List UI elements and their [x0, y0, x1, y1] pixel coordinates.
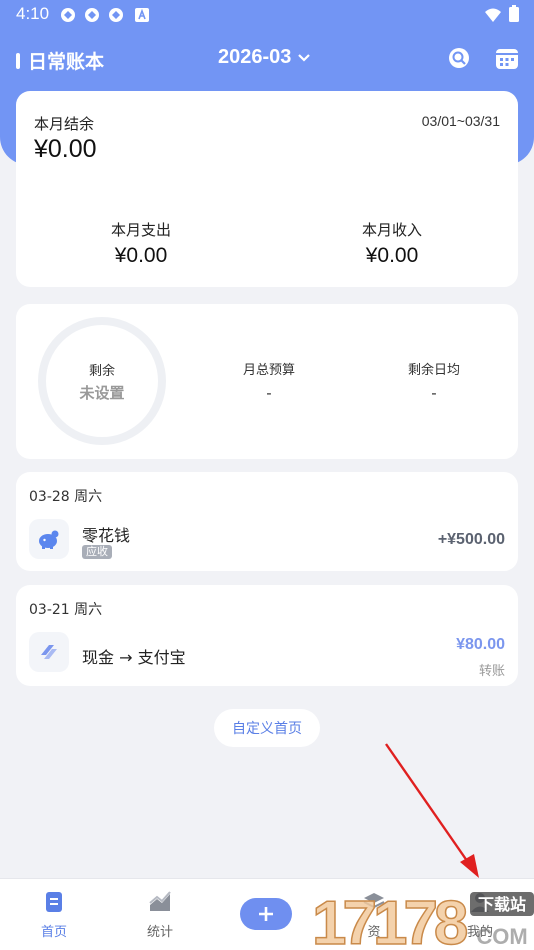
battery-icon	[509, 5, 519, 22]
day-date: 03-21 周六	[29, 602, 103, 618]
expense-value: ¥0.00	[114, 244, 168, 267]
title-indicator	[16, 52, 20, 69]
top-bar: 日常账本 2026-03	[0, 40, 534, 80]
notification-icon	[61, 8, 75, 22]
month-label: 2026-03	[218, 46, 292, 68]
calendar-icon[interactable]	[494, 46, 520, 72]
transaction-name: 零花钱	[82, 526, 131, 545]
add-record-button[interactable]	[240, 898, 292, 930]
watermark-number: 17178	[312, 889, 467, 950]
tab-home[interactable]: 首页	[24, 891, 84, 940]
monthly-summary-card[interactable]: 本月结余 03/01~03/31 ¥0.00 本月支出 ¥0.00 本月收入 ¥…	[16, 91, 518, 287]
transfer-icon	[29, 632, 69, 672]
budget-card[interactable]: 剩余 未设置 月总预算 - 剩余日均 -	[16, 304, 518, 459]
tab-label: 统计	[146, 925, 173, 940]
expense-label: 本月支出	[110, 221, 171, 239]
month-selector[interactable]: 2026-03	[218, 46, 311, 69]
search-icon[interactable]	[447, 46, 473, 72]
ring-label: 剩余	[88, 363, 115, 379]
app-notification-icon	[135, 8, 149, 22]
book-title: 日常账本	[28, 51, 105, 73]
expense-summary: 本月支出 ¥0.00	[61, 219, 221, 268]
monthly-budget-value: -	[266, 384, 272, 402]
transaction-tag: 应收	[82, 545, 112, 559]
status-bar: 4:10	[0, 0, 534, 28]
day-group: 03-21 周六 现金 → 支付宝 ¥80.00 转账	[16, 585, 518, 686]
book-selector[interactable]: 日常账本	[16, 47, 104, 74]
income-label: 本月收入	[361, 221, 422, 239]
monthly-budget-label: 月总预算	[242, 363, 295, 378]
notification-icon	[85, 8, 99, 22]
daily-average-value: -	[431, 384, 437, 402]
daily-average: 剩余日均 -	[374, 359, 494, 402]
ring-value: 未设置	[79, 383, 125, 402]
daily-average-label: 剩余日均	[407, 363, 460, 378]
date-range: 03/01~03/31	[421, 113, 500, 129]
balance-value: ¥0.00	[34, 135, 97, 163]
watermark-domain: COM	[476, 924, 527, 949]
transaction-type: 转账	[478, 664, 505, 679]
watermark-site: 下载站	[478, 895, 526, 914]
day-group: 03-28 周六 零花钱 应收 +¥500.00	[16, 472, 518, 571]
balance-label: 本月结余	[34, 115, 95, 133]
income-value: ¥0.00	[365, 244, 419, 267]
piggy-bank-icon	[29, 519, 69, 559]
transaction-amount: ¥80.00	[456, 636, 505, 653]
day-date: 03-28 周六	[29, 489, 103, 505]
customize-home-button[interactable]: 自定义首页	[214, 709, 320, 747]
home-icon	[46, 892, 62, 912]
monthly-budget: 月总预算 -	[209, 359, 329, 402]
plus-icon	[259, 907, 273, 921]
budget-ring: 剩余 未设置	[38, 317, 166, 445]
annotation-arrow	[385, 743, 479, 878]
chart-icon	[149, 891, 171, 911]
status-time: 4:10	[16, 4, 50, 23]
transaction-name: 现金 → 支付宝	[82, 648, 186, 667]
income-summary: 本月收入 ¥0.00	[312, 219, 472, 268]
notification-icon	[109, 8, 123, 22]
wifi-icon	[485, 8, 501, 22]
transaction-amount: +¥500.00	[437, 531, 505, 548]
site-watermark: 17178 下载站 COM	[311, 888, 534, 950]
chevron-down-icon	[298, 53, 311, 62]
tab-label: 首页	[40, 925, 67, 940]
tab-statistics[interactable]: 统计	[130, 891, 190, 940]
